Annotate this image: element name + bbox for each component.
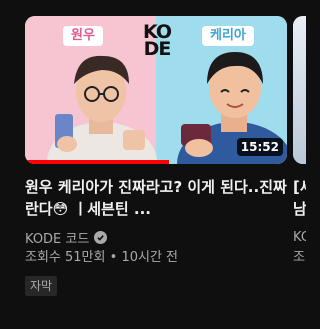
next-video-thumbnail[interactable] bbox=[293, 16, 306, 164]
video-card[interactable]: 원우 KO DE 케리아 15:52 원우 케리아가 진짜라고? 이게 된다..… bbox=[25, 16, 287, 296]
kode-logo: KO DE bbox=[142, 21, 172, 60]
thumbnail-left-name-label: 원우 bbox=[63, 26, 103, 46]
video-feed: 원우 KO DE 케리아 15:52 원우 케리아가 진짜라고? 이게 된다..… bbox=[0, 0, 306, 329]
video-thumbnail[interactable]: 원우 KO DE 케리아 15:52 bbox=[25, 16, 287, 164]
video-title[interactable]: 원우 케리아가 진짜라고? 이게 된다..진짜란다😳 ㅣ세븐틴 ... bbox=[25, 176, 287, 220]
left-person-image bbox=[47, 55, 157, 164]
next-video-metadata: 조회 bbox=[293, 250, 306, 265]
captions-badge: 자막 bbox=[25, 276, 58, 296]
video-metadata: 조회수 51만회 • 10시간 전 bbox=[25, 248, 287, 267]
next-video-title[interactable]: [세 남 bbox=[293, 176, 306, 220]
channel-row: KODE 코드 bbox=[25, 228, 287, 247]
upload-age: 10시간 전 bbox=[121, 250, 178, 265]
watch-progress-bar bbox=[25, 160, 170, 164]
channel-name[interactable]: KODE 코드 bbox=[25, 228, 89, 247]
next-video-card[interactable]: [세 남 KO 조회 bbox=[293, 16, 306, 267]
next-video-channel[interactable]: KO bbox=[293, 228, 306, 247]
view-count: 조회수 51만회 bbox=[25, 250, 106, 265]
video-duration-badge: 15:52 bbox=[236, 138, 283, 156]
meta-separator: • bbox=[109, 250, 118, 265]
thumbnail-right-name-label: 케리아 bbox=[202, 26, 254, 46]
verified-check-icon bbox=[94, 231, 108, 244]
